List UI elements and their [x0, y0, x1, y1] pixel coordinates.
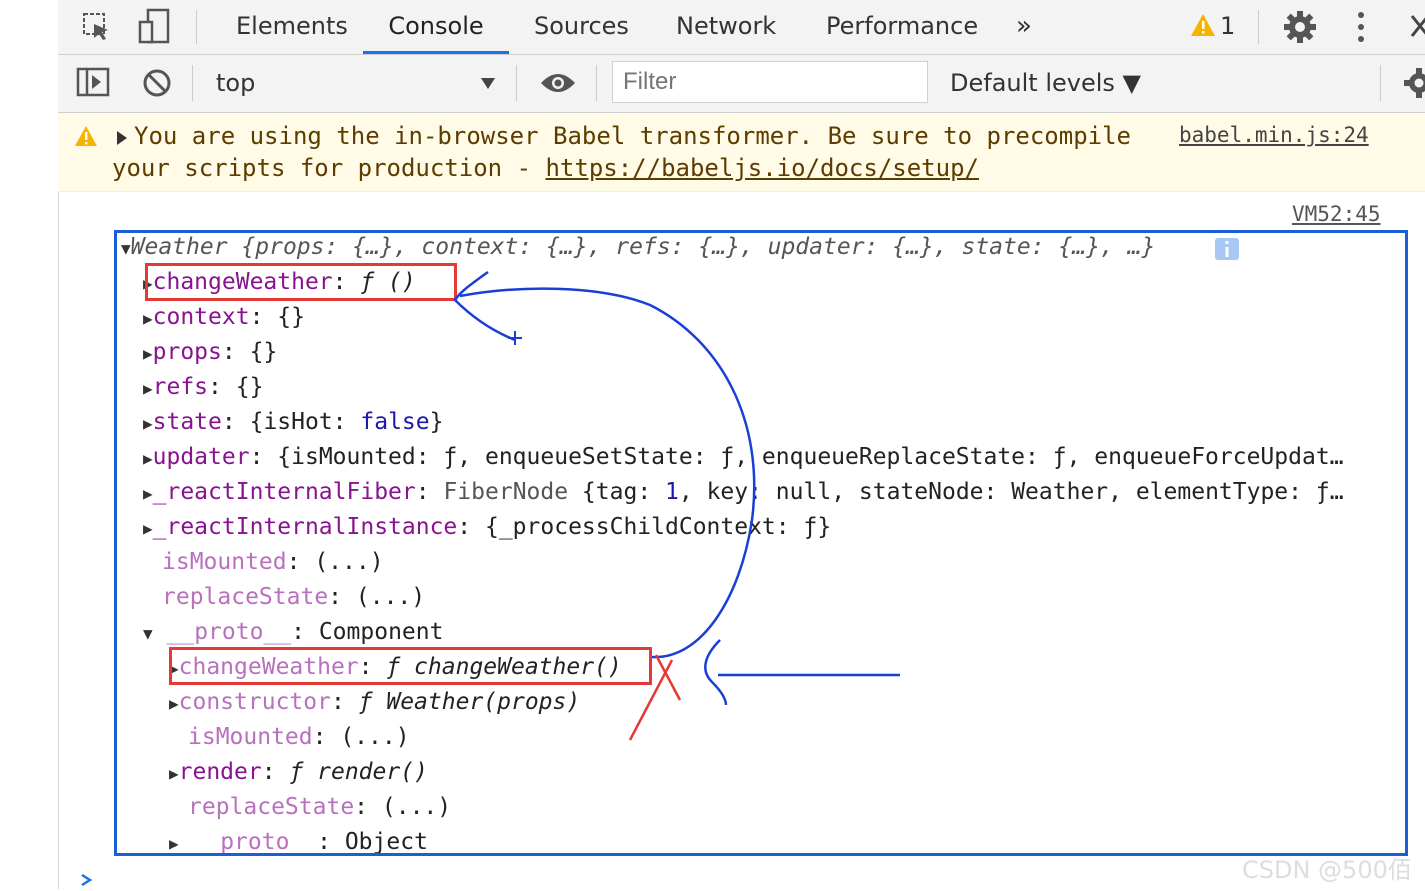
hand-drawn-annotations: [453, 270, 900, 741]
console-prompt-chevron-icon[interactable]: [80, 872, 94, 891]
watermark: CSDN @500佰: [1242, 856, 1412, 884]
